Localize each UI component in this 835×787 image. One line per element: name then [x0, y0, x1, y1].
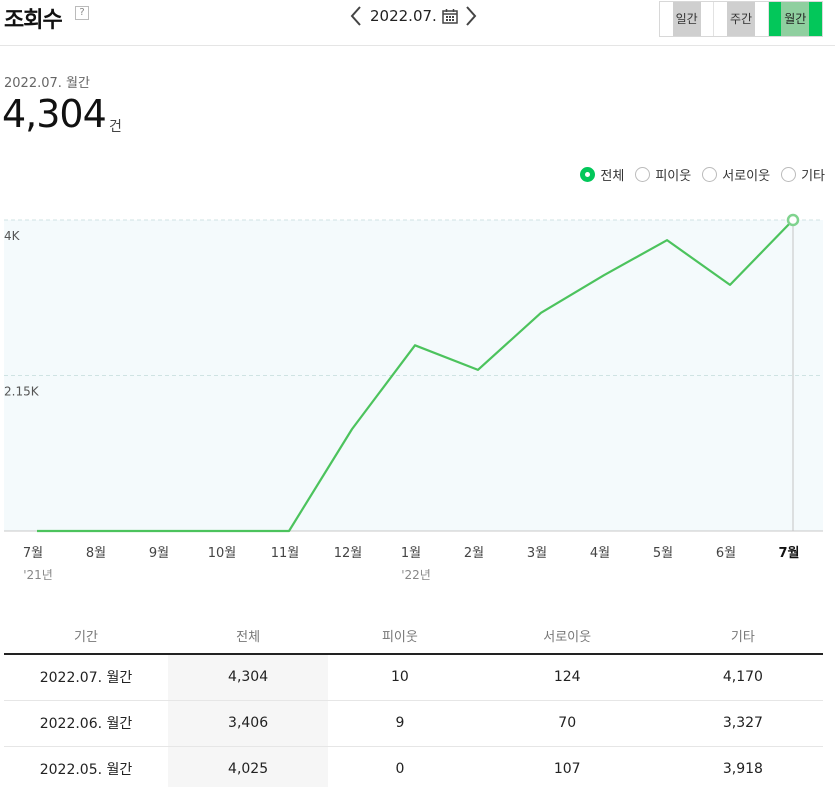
page-title: 조회수	[4, 8, 63, 33]
cell-total: 4,025	[168, 746, 329, 787]
filter-mutual-neighbor-label: 서로이웃	[722, 169, 771, 184]
column-header-period: 기간	[4, 618, 168, 655]
filter-mutual-neighbor-radio[interactable]	[702, 167, 718, 182]
filter-neighbor-label: 피이웃	[655, 169, 692, 184]
x-tick-label: 9월	[149, 546, 169, 561]
x-tick-label: 1월	[401, 546, 421, 561]
cell-mutual-neighbor: 124	[471, 654, 663, 701]
filter-other-label: 기타	[801, 169, 825, 184]
column-header-neighbor: 피이웃	[328, 618, 472, 655]
x-tick-label: 5월	[653, 546, 673, 561]
filter-all-radio[interactable]	[580, 167, 596, 182]
tab-daily[interactable]: 일간	[660, 2, 713, 36]
cell-total: 3,406	[168, 700, 329, 747]
next-period-button[interactable]	[463, 3, 479, 29]
y-tick-label: 4K	[4, 229, 21, 243]
year-label: '22년	[401, 568, 431, 582]
tab-monthly-label: 월간	[781, 2, 810, 36]
tab-weekly-label: 주간	[726, 2, 756, 36]
tab-monthly[interactable]: 월간	[767, 2, 822, 36]
cell-other: 3,327	[662, 700, 823, 747]
cell-total: 4,304	[168, 654, 329, 701]
stats-table: 기간 전체 피이웃 서로이웃 기타 2022.07. 월간 4,304 10 1…	[4, 618, 823, 787]
cell-other: 3,918	[662, 746, 823, 787]
date-navigator: 2022.07.	[348, 2, 479, 30]
filter-other-radio[interactable]	[781, 167, 797, 182]
x-tick-label: 12월	[334, 546, 363, 561]
cell-period: 2022.05. 월간	[4, 746, 168, 787]
filter-mutual-neighbor[interactable]: 서로이웃	[702, 165, 770, 184]
filter-neighbor[interactable]: 피이웃	[635, 165, 691, 184]
cell-neighbor: 0	[328, 746, 472, 787]
column-header-mutual-neighbor: 서로이웃	[471, 618, 663, 655]
help-icon[interactable]: ?	[75, 6, 89, 20]
cell-period: 2022.07. 월간	[4, 654, 168, 701]
current-date: 2022.07.	[370, 7, 437, 25]
visitor-filter-group: 전체 피이웃 서로이웃 기타	[569, 165, 825, 184]
highlighted-data-point	[786, 213, 800, 227]
x-tick-label: 8월	[86, 546, 106, 561]
table-row: 2022.05. 월간 4,025 0 107 3,918	[4, 746, 823, 787]
table-row: 2022.07. 월간 4,304 10 124 4,170	[4, 654, 823, 701]
cell-period: 2022.06. 월간	[4, 700, 168, 747]
calendar-button[interactable]	[441, 7, 459, 25]
chevron-left-icon	[350, 6, 361, 26]
column-header-total: 전체	[168, 618, 329, 655]
year-label: '21년	[23, 568, 53, 582]
summary-total-value: 4,304	[2, 92, 107, 136]
x-tick-label: 7월	[23, 546, 43, 561]
filter-neighbor-radio[interactable]	[635, 167, 651, 182]
column-header-other: 기타	[662, 618, 823, 655]
x-tick-label: 11월	[271, 546, 300, 561]
cell-mutual-neighbor: 107	[471, 746, 663, 787]
header: 조회수 ? 2022.07. 일간 주간 월간	[0, 0, 835, 46]
summary-unit: 건	[109, 119, 122, 135]
prev-period-button[interactable]	[348, 3, 364, 29]
x-tick-label: 4월	[590, 546, 610, 561]
x-tick-label: 3월	[527, 546, 547, 561]
x-tick-label: 2월	[464, 546, 484, 561]
x-tick-label: 6월	[716, 546, 736, 561]
x-tick-label: 10월	[208, 546, 237, 561]
filter-all-label: 전체	[600, 169, 625, 184]
tab-weekly[interactable]: 주간	[713, 2, 767, 36]
filter-all[interactable]: 전체	[580, 165, 624, 184]
x-tick-label: 7월	[778, 545, 799, 561]
summary-period-label: 2022.07. 월간	[4, 76, 90, 91]
period-tabs: 일간 주간 월간	[659, 1, 823, 37]
cell-mutual-neighbor: 70	[471, 700, 663, 747]
chevron-right-icon	[466, 6, 477, 26]
table-row: 2022.06. 월간 3,406 9 70 3,327	[4, 700, 823, 747]
y-tick-label: 2.15K	[4, 385, 40, 399]
monthly-views-chart: 4K 2.15K 7월 8월 9월 10월 11월 12월 1월 2월 3월 4월 5월 6월 7월 '21년…	[4, 213, 823, 582]
cell-neighbor: 10	[328, 654, 472, 701]
tab-daily-label: 일간	[672, 2, 701, 36]
cell-other: 4,170	[662, 654, 823, 701]
table-header-row: 기간 전체 피이웃 서로이웃 기타	[4, 618, 823, 655]
cell-neighbor: 9	[328, 700, 472, 747]
calendar-icon	[442, 9, 458, 24]
filter-other[interactable]: 기타	[781, 165, 825, 184]
